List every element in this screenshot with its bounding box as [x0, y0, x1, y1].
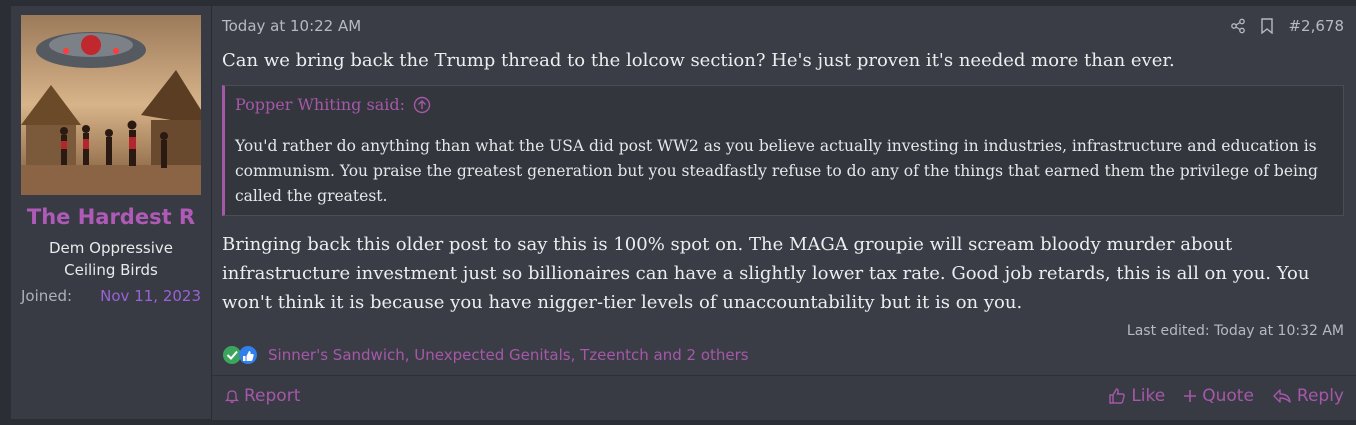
joined-label: Joined:: [21, 287, 73, 305]
thumbs-up-icon: [1108, 387, 1126, 405]
check-reaction-icon: [223, 346, 241, 364]
quote-author[interactable]: Popper Whiting said:: [235, 95, 405, 114]
post-date[interactable]: Today at 10:22 AM: [222, 17, 361, 35]
post-meta-actions: #2,678: [1230, 17, 1344, 35]
username[interactable]: The Hardest R: [11, 205, 211, 229]
message-content: Today at 10:22 AM #2,678 Can we bring ba…: [212, 6, 1356, 420]
reply-label: Reply: [1296, 386, 1344, 406]
post-intro-text: Can we bring back the Trump thread to th…: [222, 50, 1175, 71]
message-post: The Hardest R Dem Oppressive Ceiling Bir…: [11, 6, 1356, 420]
avatar-image: [21, 15, 201, 195]
share-icon[interactable]: [1230, 18, 1246, 34]
reaction-icons: [222, 344, 262, 366]
like-label: Like: [1131, 386, 1166, 406]
user-sidebar: The Hardest R Dem Oppressive Ceiling Bir…: [11, 6, 212, 419]
post-reply-text: Bringing back this older post to say thi…: [222, 234, 1310, 313]
reply-arrow-icon: [1272, 388, 1292, 404]
reaction-icons-svg: [223, 346, 257, 364]
post-actions: Like Quote Reply: [1108, 386, 1344, 406]
avatar[interactable]: [21, 15, 201, 195]
last-edited: Last edited: Today at 10:32 AM: [1126, 323, 1344, 339]
joined-date: Nov 11, 2023: [100, 287, 201, 305]
report-label: Report: [244, 386, 301, 406]
quote-label: Quote: [1202, 386, 1254, 406]
arrow-up-circle-icon[interactable]: [413, 96, 431, 114]
user-title: Dem Oppressive Ceiling Birds: [49, 239, 173, 279]
bookmark-icon[interactable]: [1260, 18, 1274, 34]
report-button[interactable]: Report: [224, 386, 300, 406]
reaction-users[interactable]: Sinner's Sandwich, Unexpected Genitals, …: [268, 346, 749, 364]
reactions-bar[interactable]: Sinner's Sandwich, Unexpected Genitals, …: [222, 344, 749, 366]
like-button[interactable]: Like: [1108, 386, 1165, 406]
post-number[interactable]: #2,678: [1288, 17, 1344, 35]
bell-icon: [224, 388, 240, 404]
reply-button[interactable]: Reply: [1272, 386, 1344, 406]
post-footer: Report Like Quote Reply: [212, 375, 1356, 420]
plus-icon: [1183, 389, 1197, 403]
quote-button[interactable]: Quote: [1183, 386, 1254, 406]
quote-text: You'd rather do anything than what the U…: [235, 137, 1318, 205]
quote-header[interactable]: Popper Whiting said:: [235, 95, 431, 114]
quote-block: Popper Whiting said: You'd rather do any…: [222, 85, 1344, 216]
